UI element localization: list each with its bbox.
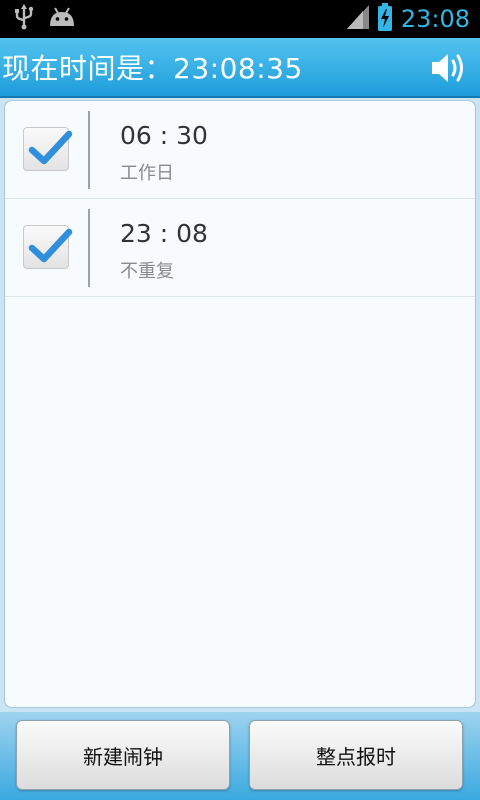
- speaker-icon: [430, 54, 470, 90]
- signal-icon: [346, 5, 369, 33]
- alarm-time: 23 : 08: [120, 219, 208, 248]
- alarm-enabled-checkbox[interactable]: [23, 127, 73, 171]
- main-area: 06 : 30 工作日 23 : 08 不重复: [0, 98, 480, 712]
- sound-toggle-button[interactable]: [430, 50, 470, 86]
- row-divider: [88, 111, 90, 189]
- title-bar: 现在时间是：23:08:35: [0, 38, 480, 98]
- alarm-item[interactable]: 06 : 30 工作日: [5, 101, 475, 199]
- alarm-repeat: 工作日: [120, 163, 174, 184]
- usb-icon: [14, 4, 34, 34]
- alarm-time: 06 : 30: [120, 121, 208, 150]
- new-alarm-button[interactable]: 新建闹钟: [16, 720, 230, 790]
- status-time: 23:08: [400, 5, 470, 33]
- alarm-list: 06 : 30 工作日 23 : 08 不重复: [4, 100, 476, 708]
- checkmark-icon: [28, 130, 73, 165]
- status-bar: 23:08: [0, 0, 480, 38]
- alarm-item[interactable]: 23 : 08 不重复: [5, 199, 475, 297]
- current-time-title: 现在时间是：23:08:35: [2, 52, 303, 85]
- row-divider: [88, 209, 90, 287]
- alarm-enabled-checkbox[interactable]: [23, 225, 73, 269]
- checkmark-icon: [28, 228, 73, 263]
- alarm-repeat: 不重复: [120, 261, 174, 282]
- bottom-bar: 新建闹钟 整点报时: [0, 712, 480, 800]
- hourly-chime-button[interactable]: 整点报时: [249, 720, 463, 790]
- android-debug-icon: [48, 6, 76, 32]
- battery-charging-icon: [377, 3, 393, 35]
